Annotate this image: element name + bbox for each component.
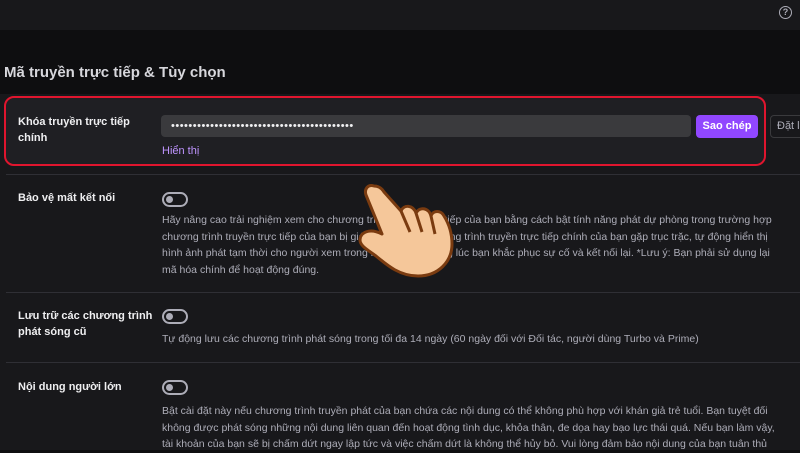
row-divider <box>6 362 800 363</box>
archive-toggle[interactable] <box>162 309 188 324</box>
archive-description: Tự động lưu các chương trình phát sóng t… <box>162 333 699 345</box>
pointing-hand-icon <box>358 184 454 278</box>
disconnect-protection-label: Bảo vệ mất kết nối <box>18 192 116 204</box>
mature-content-description: Bật cài đặt này nếu chương trình truyền … <box>162 405 775 450</box>
top-bar: ? <box>0 0 800 30</box>
copy-button[interactable]: Sao chép <box>696 115 758 138</box>
stream-key-label: Khóa truyền trực tiếp chính <box>18 116 130 144</box>
stream-key-field[interactable]: ••••••••••••••••••••••••••••••••••••••••… <box>161 115 691 137</box>
row-divider <box>6 174 800 175</box>
reset-button[interactable]: Đặt lại <box>770 115 800 138</box>
disconnect-protection-description: Hãy nâng cao trải nghiệm xem cho chương … <box>162 214 772 276</box>
help-icon[interactable]: ? <box>779 6 792 19</box>
section-title: Mã truyền trực tiếp & Tùy chọn <box>4 64 226 81</box>
mature-content-label: Nội dung người lớn <box>18 381 122 393</box>
disconnect-protection-toggle[interactable] <box>162 192 188 207</box>
archive-label: Lưu trữ các chương trình phát sóng cũ <box>18 310 153 338</box>
show-key-link[interactable]: Hiển thị <box>162 145 199 157</box>
mature-content-toggle[interactable] <box>162 380 188 395</box>
row-divider <box>6 292 800 293</box>
